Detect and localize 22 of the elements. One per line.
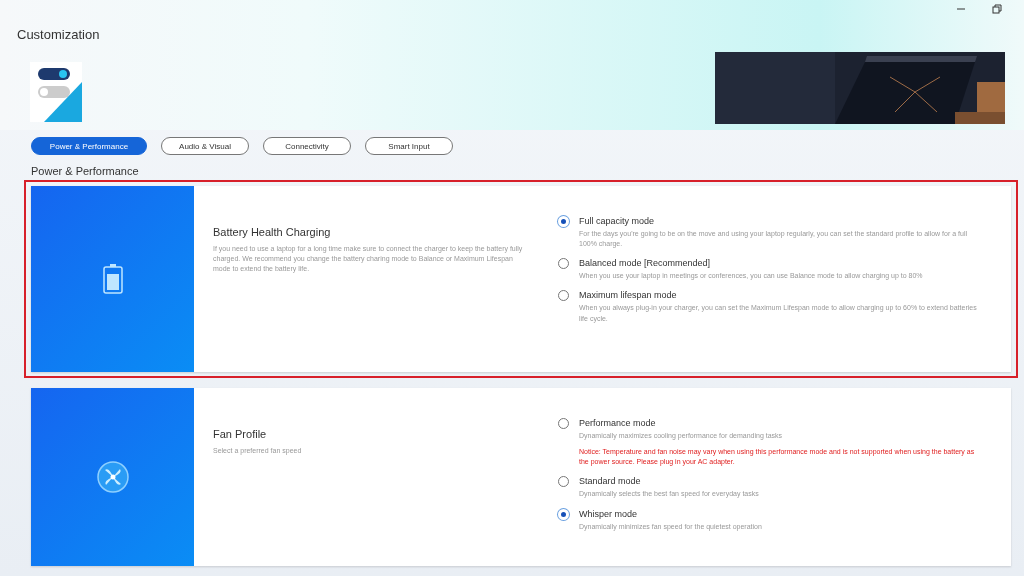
window-title: Customization bbox=[17, 27, 100, 42]
card-title: Battery Health Charging bbox=[213, 226, 332, 238]
radio-button[interactable] bbox=[558, 258, 569, 270]
tab[interactable]: Smart Input bbox=[365, 137, 453, 155]
fan-icon bbox=[95, 460, 130, 494]
toggle-switches-icon bbox=[30, 62, 82, 122]
section-heading: Power & Performance bbox=[30, 164, 140, 177]
restore-icon[interactable] bbox=[992, 4, 1002, 14]
option-label: Standard mode bbox=[579, 476, 642, 487]
tab[interactable]: Audio & Visual bbox=[161, 137, 249, 155]
card-title: Fan Profile bbox=[213, 428, 268, 440]
option-label: Performance mode bbox=[579, 418, 657, 428]
option-label: Maximum lifespan mode bbox=[579, 290, 678, 301]
radio-button[interactable] bbox=[558, 290, 569, 302]
tab[interactable]: Power & Performance bbox=[31, 137, 147, 155]
option-label: Whisper mode bbox=[579, 508, 639, 519]
option-label: Full capacity mode bbox=[579, 216, 656, 226]
option-label: Balanced mode [Recommended] bbox=[579, 258, 712, 269]
battery-icon bbox=[102, 264, 123, 294]
tab[interactable]: Connectivity bbox=[263, 137, 351, 155]
radio-button[interactable] bbox=[558, 418, 569, 429]
radio-button[interactable] bbox=[558, 476, 569, 488]
